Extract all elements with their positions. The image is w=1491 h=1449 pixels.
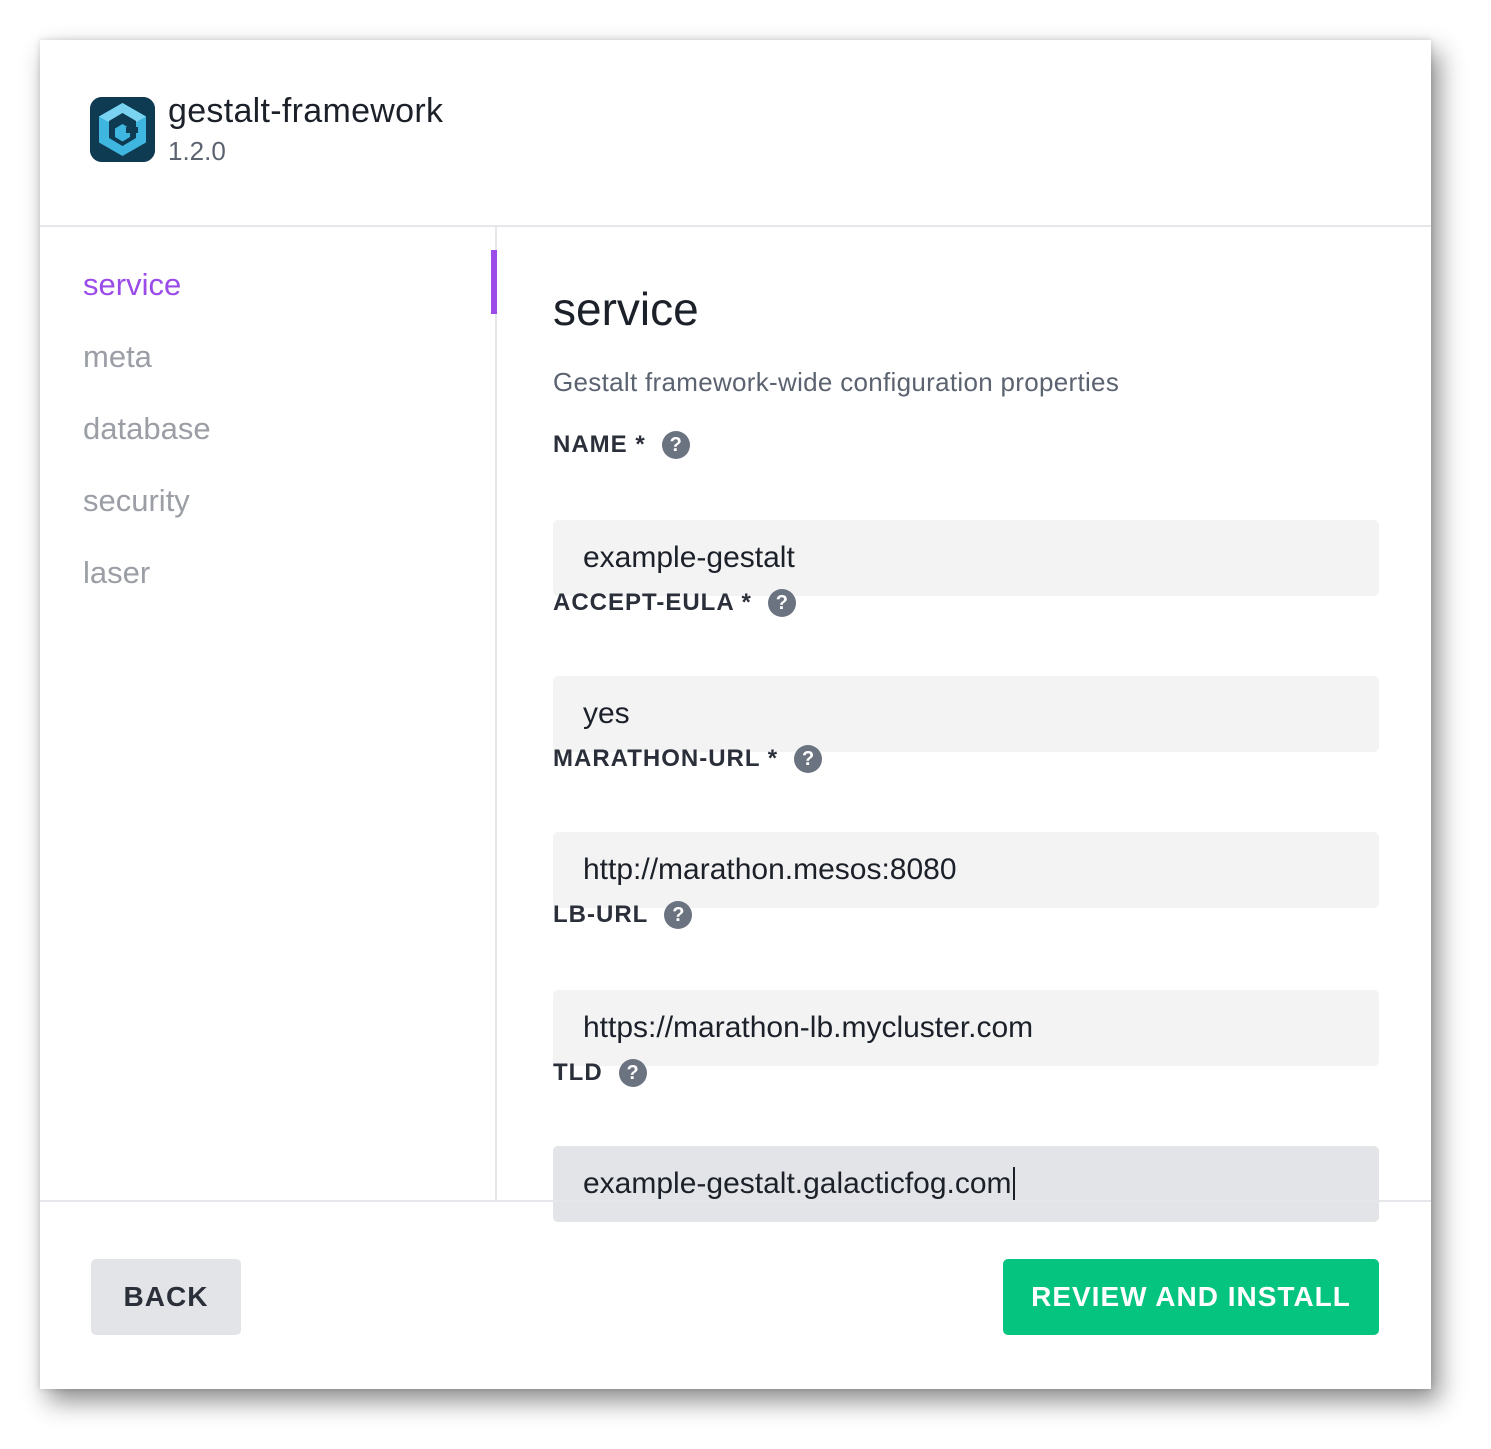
app-name: gestalt-framework bbox=[168, 92, 444, 130]
modal-footer: BACK REVIEW AND INSTALL bbox=[40, 1200, 1431, 1391]
sidebar-item-database[interactable]: database bbox=[83, 411, 211, 447]
input-value: example-gestalt bbox=[583, 541, 795, 574]
field-label-tld: TLD ? bbox=[553, 1059, 647, 1087]
accept-eula-input[interactable]: yes bbox=[553, 676, 1379, 752]
question-circle-icon[interactable]: ? bbox=[661, 431, 690, 459]
question-circle-icon[interactable]: ? bbox=[794, 745, 823, 773]
question-circle-icon[interactable]: ? bbox=[767, 589, 796, 617]
field-label-marathon-url: MARATHON-URL * ? bbox=[553, 745, 823, 773]
field-label-name: NAME * ? bbox=[553, 431, 690, 459]
active-nav-indicator bbox=[491, 250, 497, 314]
section-title: service bbox=[553, 283, 699, 335]
sidebar-item-laser[interactable]: laser bbox=[83, 555, 150, 591]
field-label-text: ACCEPT-EULA * bbox=[553, 589, 752, 616]
lb-url-input[interactable]: https://marathon-lb.mycluster.com bbox=[553, 990, 1379, 1066]
app-version: 1.2.0 bbox=[168, 136, 226, 166]
name-input[interactable]: example-gestalt bbox=[553, 520, 1379, 596]
input-value: https://marathon-lb.mycluster.com bbox=[583, 1011, 1034, 1044]
question-circle-icon[interactable]: ? bbox=[618, 1059, 647, 1087]
form-content: service Gestalt framework-wide configura… bbox=[553, 227, 1379, 1222]
field-label-text: LB-URL bbox=[553, 901, 649, 928]
sidebar-item-meta[interactable]: meta bbox=[83, 339, 152, 375]
field-label-text: MARATHON-URL * bbox=[553, 745, 779, 772]
modal-header: gestalt-framework 1.2.0 bbox=[40, 40, 1431, 227]
gestalt-logo-icon bbox=[90, 97, 155, 162]
install-modal: gestalt-framework 1.2.0 service meta dat… bbox=[40, 40, 1431, 1389]
input-value: http://marathon.mesos:8080 bbox=[583, 853, 957, 886]
sidebar-item-security[interactable]: security bbox=[83, 483, 190, 519]
section-description: Gestalt framework-wide configuration pro… bbox=[553, 367, 1120, 397]
marathon-url-input[interactable]: http://marathon.mesos:8080 bbox=[553, 832, 1379, 908]
input-value: example-gestalt.galacticfog.com bbox=[583, 1167, 1012, 1200]
field-label-text: TLD bbox=[553, 1059, 603, 1086]
review-and-install-button[interactable]: REVIEW AND INSTALL bbox=[1003, 1259, 1379, 1335]
question-circle-icon[interactable]: ? bbox=[664, 901, 693, 929]
sidebar-item-service[interactable]: service bbox=[83, 267, 181, 303]
field-label-lb-url: LB-URL ? bbox=[553, 901, 693, 929]
back-button[interactable]: BACK bbox=[91, 1259, 241, 1335]
field-label-text: NAME * bbox=[553, 431, 646, 458]
sidebar-nav: service meta database security laser bbox=[40, 227, 497, 1200]
text-caret bbox=[1012, 1167, 1015, 1201]
field-label-accept-eula: ACCEPT-EULA * ? bbox=[553, 589, 796, 617]
input-value: yes bbox=[583, 697, 630, 730]
